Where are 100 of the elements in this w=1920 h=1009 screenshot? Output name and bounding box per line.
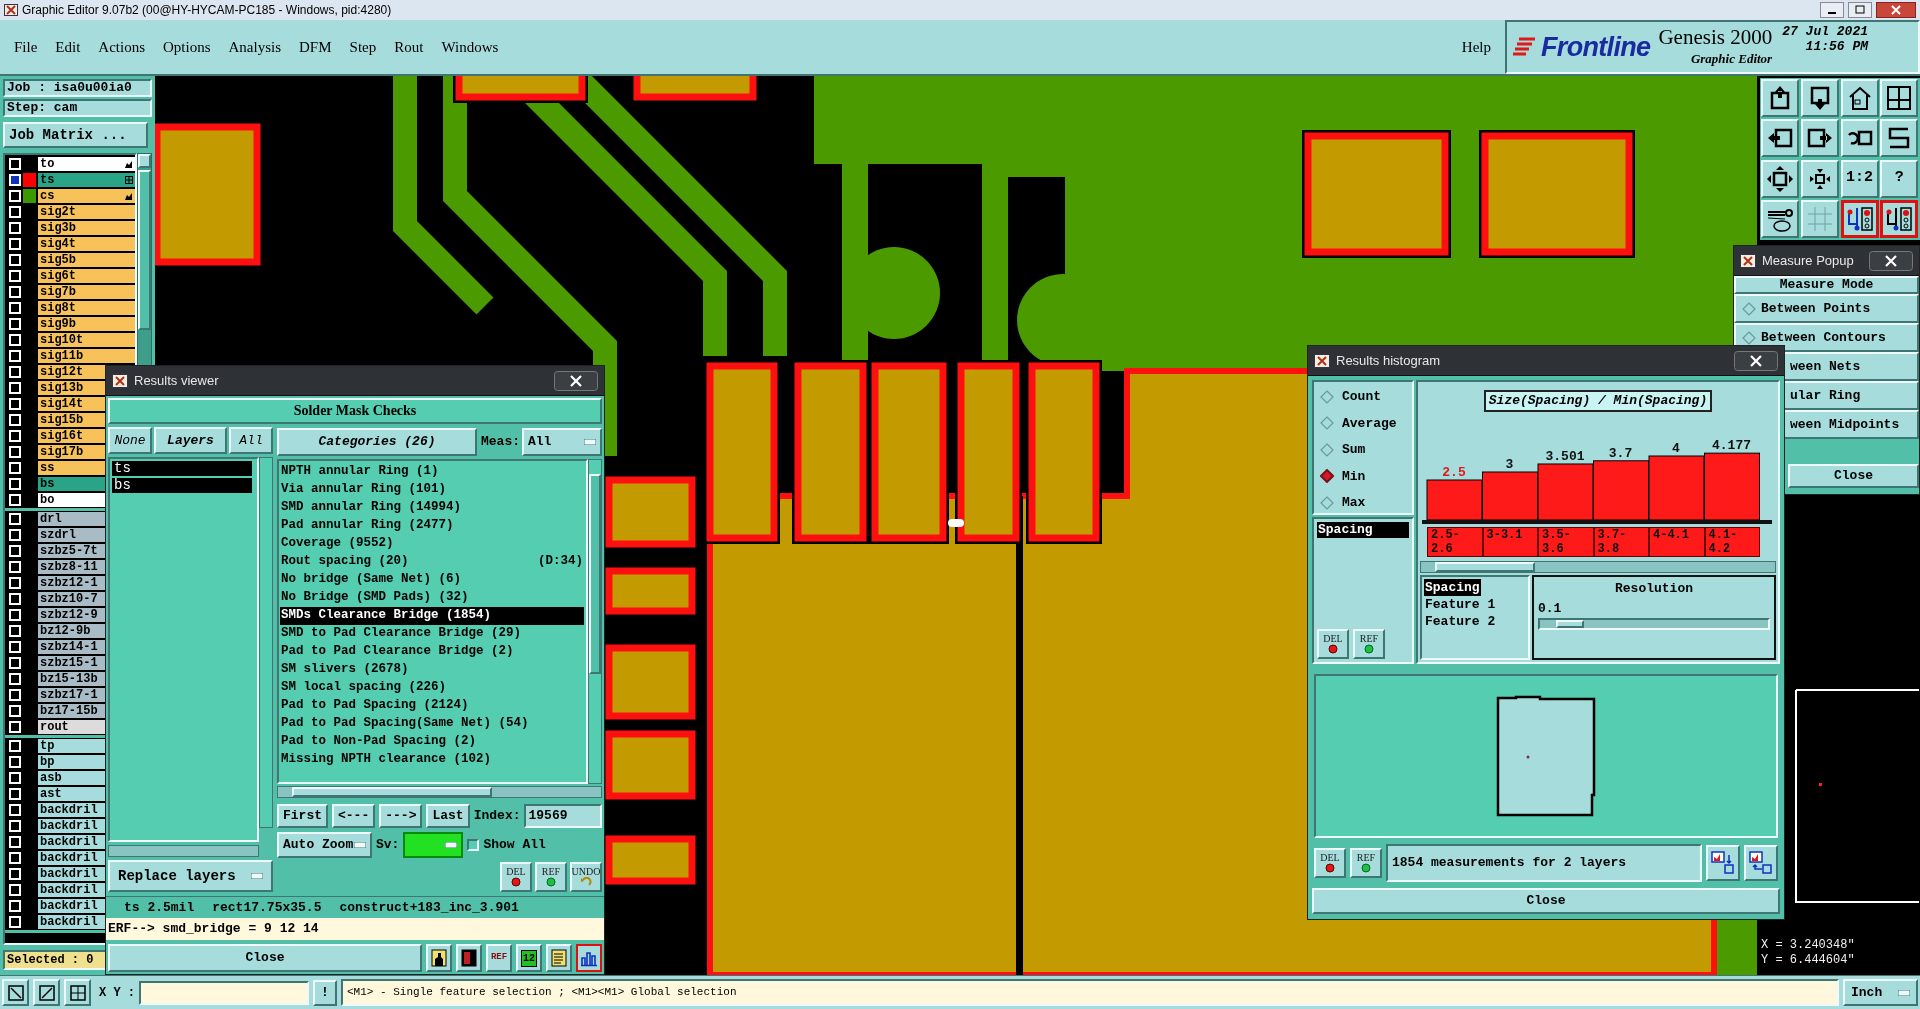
layer-checkbox[interactable] <box>9 318 21 330</box>
layer-checkbox[interactable] <box>9 270 21 282</box>
replace-layers-dropdown[interactable]: Replace layers <box>108 860 273 892</box>
attribute-item[interactable]: Spacing <box>1317 522 1409 538</box>
job-matrix-button[interactable]: Job Matrix ... <box>3 122 148 148</box>
histogram-bar[interactable] <box>1593 460 1649 521</box>
category-item[interactable]: Pad annular Ring (2477) <box>280 516 584 535</box>
scrollbar[interactable] <box>108 845 259 857</box>
category-item[interactable]: No bridge (Same Net) (6) <box>280 570 584 589</box>
navigation-button[interactable]: <--- <box>332 803 376 828</box>
navigation-button[interactable]: First <box>277 803 328 828</box>
menu-item[interactable]: Rout <box>394 35 424 59</box>
layer-checkbox[interactable] <box>9 820 21 832</box>
layer-checkbox[interactable] <box>9 513 21 525</box>
layer-checkbox[interactable] <box>9 529 21 541</box>
layer-checkbox[interactable] <box>9 254 21 266</box>
layer-checkbox[interactable] <box>9 756 21 768</box>
results-tool-button[interactable]: 12 <box>516 944 542 972</box>
radio-button[interactable] <box>1320 469 1334 484</box>
resolution-slider[interactable] <box>1538 618 1770 630</box>
selection-mode-button[interactable] <box>64 979 91 1006</box>
layer-item[interactable]: sig5b <box>38 253 135 267</box>
layer-checkbox[interactable] <box>9 721 21 733</box>
action-button[interactable]: REF <box>535 862 567 892</box>
layer-item[interactable]: sig10t <box>38 333 135 347</box>
histogram-bar[interactable] <box>1482 471 1538 521</box>
layer-item[interactable]: sig4t <box>38 237 135 251</box>
toolbar-button[interactable] <box>1880 199 1919 238</box>
layer-checkbox[interactable] <box>9 788 21 800</box>
layer-filter-button[interactable]: All <box>229 427 273 454</box>
layer-checkbox[interactable] <box>9 772 21 784</box>
menu-item[interactable]: Actions <box>98 35 145 59</box>
category-item[interactable]: Pad to Pad Clearance Bridge (2) <box>280 642 584 661</box>
layer-checkbox[interactable] <box>9 174 21 186</box>
result-layer-item[interactable]: bs <box>112 478 252 493</box>
minimize-icon[interactable] <box>1820 2 1844 18</box>
category-item[interactable]: Pad to Pad Spacing(Same Net) (54) <box>280 714 584 733</box>
layer-checkbox[interactable] <box>9 238 21 250</box>
radio-button[interactable] <box>1742 330 1756 345</box>
layer-checkbox[interactable] <box>9 836 21 848</box>
scrollbar[interactable] <box>588 458 602 784</box>
menu-item[interactable]: Step <box>349 35 377 59</box>
result-layer-item[interactable]: ts <box>112 461 252 476</box>
action-button[interactable]: DEL <box>1317 629 1349 659</box>
layer-item[interactable]: sig9b <box>38 317 135 331</box>
toolbar-button[interactable]: ? <box>1880 159 1919 198</box>
layer-item[interactable]: cs <box>38 189 135 203</box>
meas-dropdown[interactable]: All <box>522 427 602 456</box>
category-item[interactable]: NPTH annular Ring (1) <box>280 462 584 481</box>
layer-checkbox[interactable] <box>9 852 21 864</box>
layer-checkbox[interactable] <box>9 462 21 474</box>
category-item[interactable]: SMDs Clearance Bridge (1854) <box>280 606 584 625</box>
hint-button[interactable]: ! <box>313 979 337 1006</box>
category-item[interactable]: Pad to Non-Pad Spacing (2) <box>280 732 584 751</box>
radio-button[interactable] <box>1320 416 1334 431</box>
layer-checkbox[interactable] <box>9 577 21 589</box>
categories-button[interactable]: Categories (26) <box>277 427 477 456</box>
action-button[interactable]: REF <box>1350 848 1382 878</box>
layer-checkbox[interactable] <box>9 350 21 362</box>
measure-mode-option[interactable]: Between Contours <box>1734 323 1919 352</box>
layer-checkbox[interactable] <box>9 222 21 234</box>
menu-item[interactable]: Help <box>1461 35 1505 59</box>
layer-item[interactable]: sig11b <box>38 349 135 363</box>
selection-mode-button[interactable] <box>2 979 29 1006</box>
menu-item[interactable]: Windows <box>441 35 499 59</box>
layer-checkbox[interactable] <box>9 414 21 426</box>
radio-button[interactable] <box>1320 389 1334 404</box>
layer-checkbox[interactable] <box>9 609 21 621</box>
layer-item[interactable]: sig8t <box>38 301 135 315</box>
layer-checkbox[interactable] <box>9 593 21 605</box>
layer-checkbox[interactable] <box>9 916 21 928</box>
close-icon[interactable] <box>554 370 598 391</box>
layer-checkbox[interactable] <box>9 446 21 458</box>
category-item[interactable]: SMD to Pad Clearance Bridge (29) <box>280 624 584 643</box>
layer-item[interactable]: sig7b <box>38 285 135 299</box>
chart-export-button[interactable] <box>1744 845 1778 881</box>
category-item[interactable]: Missing NPTH clearance (102) <box>280 750 584 769</box>
layer-item[interactable]: to <box>38 157 135 171</box>
layer-checkbox[interactable] <box>9 884 21 896</box>
layer-item[interactable]: ts <box>38 173 135 187</box>
category-item[interactable]: Rout spacing (20) (D:34) <box>280 552 584 571</box>
close-button[interactable]: Close <box>1788 464 1919 488</box>
layer-checkbox[interactable] <box>9 302 21 314</box>
field-item[interactable]: Feature 1 <box>1424 596 1497 613</box>
layer-checkbox[interactable] <box>9 689 21 701</box>
units-dropdown[interactable]: Inch <box>1843 979 1918 1006</box>
histogram-bar[interactable] <box>1537 463 1594 521</box>
layer-checkbox[interactable] <box>9 334 21 346</box>
layer-filter-button[interactable]: Layers <box>154 427 227 454</box>
radio-button[interactable] <box>1320 442 1334 457</box>
close-button[interactable]: Close <box>1312 888 1780 914</box>
histogram-bar[interactable] <box>1704 452 1760 521</box>
action-button[interactable]: DEL <box>500 862 532 892</box>
layer-filter-button[interactable]: None <box>108 427 152 454</box>
layer-checkbox[interactable] <box>9 430 21 442</box>
layer-checkbox[interactable] <box>9 286 21 298</box>
category-item[interactable]: Pad to Pad Spacing (2124) <box>280 696 584 715</box>
category-item[interactable]: SMD annular Ring (14994) <box>280 498 584 517</box>
radio-button[interactable] <box>1320 495 1334 510</box>
layer-checkbox[interactable] <box>9 740 21 752</box>
